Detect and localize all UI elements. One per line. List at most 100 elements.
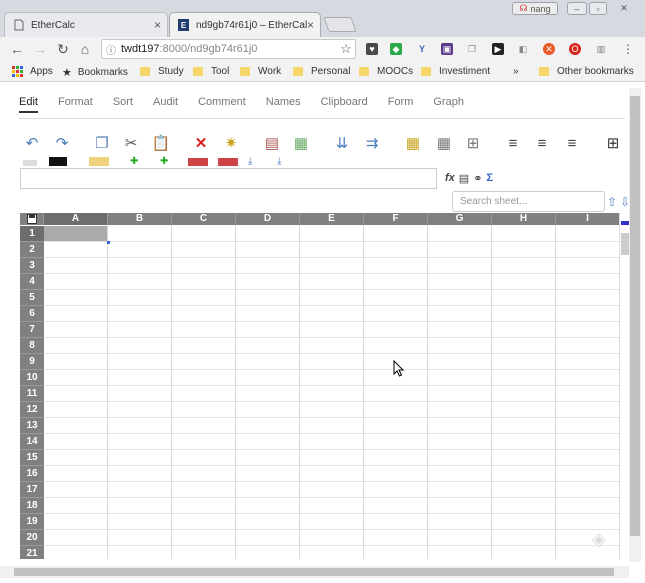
- row-header-13[interactable]: 13: [20, 418, 44, 434]
- row-header-1[interactable]: 1: [20, 226, 44, 242]
- scroll-thumb[interactable]: [621, 233, 629, 255]
- row-header-3[interactable]: 3: [20, 258, 44, 274]
- align-right-icon[interactable]: ≡: [562, 133, 582, 153]
- extension-copy-icon[interactable]: ❐: [466, 43, 478, 55]
- align-left-icon[interactable]: ≡: [503, 133, 523, 153]
- row-header-4[interactable]: 4: [20, 274, 44, 290]
- tab-audit[interactable]: Audit: [153, 91, 178, 113]
- bookmark-investiment[interactable]: Investiment: [421, 66, 490, 77]
- magic-wand-icon[interactable]: ✷: [221, 133, 241, 153]
- tab-sort[interactable]: Sort: [113, 91, 133, 113]
- search-up-icon[interactable]: ⇧: [607, 195, 617, 209]
- bookmark-personal[interactable]: Personal: [293, 66, 350, 77]
- bookmark-work[interactable]: Work: [240, 66, 281, 77]
- cut-icon[interactable]: ✂: [121, 133, 141, 153]
- unmerge-icon[interactable]: ▦: [434, 133, 454, 153]
- row-header-10[interactable]: 10: [20, 370, 44, 386]
- window-close-button[interactable]: ✕: [610, 2, 638, 15]
- function-icon[interactable]: fx: [445, 172, 455, 185]
- paste-icon[interactable]: 📋: [151, 133, 171, 153]
- tab-edit[interactable]: Edit: [19, 91, 38, 113]
- sheet-icon[interactable]: [89, 157, 109, 166]
- profile-button[interactable]: ☊ nang: [512, 2, 558, 15]
- bookmark-tool[interactable]: Tool: [193, 66, 229, 77]
- extension-y-icon[interactable]: Y: [416, 43, 428, 55]
- extension-green-icon[interactable]: ◆: [390, 43, 402, 55]
- fill-handle[interactable]: [107, 241, 110, 244]
- delete-column-icon[interactable]: [218, 158, 238, 166]
- column-header-d[interactable]: D: [236, 213, 300, 225]
- insert-column-icon[interactable]: ⇉: [362, 133, 382, 153]
- row-header-21[interactable]: 21: [20, 546, 44, 559]
- column-header-f[interactable]: F: [364, 213, 428, 225]
- page-hscroll-thumb[interactable]: [14, 568, 614, 576]
- page-vertical-scrollbar[interactable]: [629, 88, 641, 562]
- borders-icon[interactable]: ⊞: [603, 133, 623, 153]
- fill-right-icon[interactable]: ▦: [291, 133, 311, 153]
- tab-comment[interactable]: Comment: [198, 91, 246, 113]
- row-header-6[interactable]: 6: [20, 306, 44, 322]
- selected-cell-a1[interactable]: [44, 226, 108, 242]
- page-horizontal-scrollbar[interactable]: [0, 566, 629, 578]
- minimize-button[interactable]: –: [567, 2, 587, 15]
- row-header-2[interactable]: 2: [20, 242, 44, 258]
- column-header-i[interactable]: I: [556, 213, 619, 225]
- column-header-c[interactable]: C: [172, 213, 236, 225]
- column-header-a[interactable]: A: [44, 213, 108, 225]
- close-icon[interactable]: ×: [307, 18, 314, 32]
- forward-arrow-icon[interactable]: →: [32, 41, 48, 57]
- tab-format[interactable]: Format: [58, 91, 93, 113]
- multiline-icon[interactable]: ▤: [459, 172, 469, 185]
- link-icon[interactable]: ⚭: [473, 172, 482, 185]
- color-swatch-icon[interactable]: [49, 157, 67, 166]
- spreadsheet-grid[interactable]: A B C D E F G H I 1 2 3 4 5 6 7 8 9 10 11 12 13 14 15 16 17 18 19 20…: [20, 213, 619, 559]
- home-icon[interactable]: ⌂: [77, 41, 93, 57]
- insert-row-icon[interactable]: ⇊: [332, 133, 352, 153]
- split-cells-icon[interactable]: ⊞: [463, 133, 483, 153]
- row-header-15[interactable]: 15: [20, 450, 44, 466]
- search-sheet-input[interactable]: Search sheet...: [452, 191, 605, 212]
- extension-window-icon[interactable]: ◧: [517, 43, 529, 55]
- bookmark-apps[interactable]: Apps: [12, 66, 53, 77]
- close-icon[interactable]: ×: [154, 18, 161, 32]
- url-input[interactable]: ⓘ twdt197:8000/nd9gb74r61j0: [101, 39, 356, 59]
- merge-cells-icon[interactable]: ▦: [403, 133, 423, 153]
- star-icon[interactable]: ☆: [338, 41, 354, 57]
- fill-down-icon[interactable]: ▤: [262, 133, 282, 153]
- extension-orange-icon[interactable]: ✕: [543, 43, 555, 55]
- delete-row-icon[interactable]: [188, 158, 208, 166]
- row-header-20[interactable]: 20: [20, 530, 44, 546]
- new-tab-button[interactable]: [323, 17, 357, 32]
- extension-purple-icon[interactable]: ▣: [441, 43, 453, 55]
- save-icon[interactable]: [20, 213, 44, 225]
- tab-graph[interactable]: Graph: [433, 91, 464, 113]
- menu-icon[interactable]: ⋮: [620, 41, 636, 57]
- row-header-18[interactable]: 18: [20, 498, 44, 514]
- extension-play-icon[interactable]: ▶: [492, 43, 504, 55]
- pocket-icon[interactable]: ♥: [366, 43, 378, 55]
- undo-icon[interactable]: ↶: [22, 133, 42, 153]
- add-row-icon[interactable]: ✚: [130, 156, 150, 167]
- page-scroll-thumb[interactable]: [630, 96, 640, 536]
- hide-column-icon[interactable]: ⤓: [277, 156, 297, 167]
- opera-icon[interactable]: O: [569, 43, 581, 55]
- reload-icon[interactable]: ↻: [55, 41, 71, 57]
- redo-icon[interactable]: ↷: [52, 133, 72, 153]
- back-arrow-icon[interactable]: ←: [9, 41, 25, 57]
- add-column-icon[interactable]: ✚: [160, 156, 180, 167]
- align-center-icon[interactable]: ≡: [532, 133, 552, 153]
- row-header-17[interactable]: 17: [20, 482, 44, 498]
- bookmark-moocs[interactable]: MOOCs: [359, 66, 413, 77]
- sheet-vertical-scroll[interactable]: [619, 213, 629, 559]
- row-header-12[interactable]: 12: [20, 402, 44, 418]
- bookmarks-overflow-button[interactable]: »: [513, 66, 519, 77]
- row-header-5[interactable]: 5: [20, 290, 44, 306]
- row-header-8[interactable]: 8: [20, 338, 44, 354]
- maximize-button[interactable]: ▫: [589, 2, 607, 15]
- tab-form[interactable]: Form: [388, 91, 414, 113]
- hide-row-icon[interactable]: ⤓: [248, 156, 268, 167]
- browser-tab-sheet[interactable]: E nd9gb74r61j0 – EtherCal ×: [169, 12, 321, 37]
- bookmark-other[interactable]: Other bookmarks: [539, 66, 634, 77]
- delete-icon[interactable]: ✕: [191, 133, 211, 153]
- extension-books-icon[interactable]: ▥: [595, 43, 607, 55]
